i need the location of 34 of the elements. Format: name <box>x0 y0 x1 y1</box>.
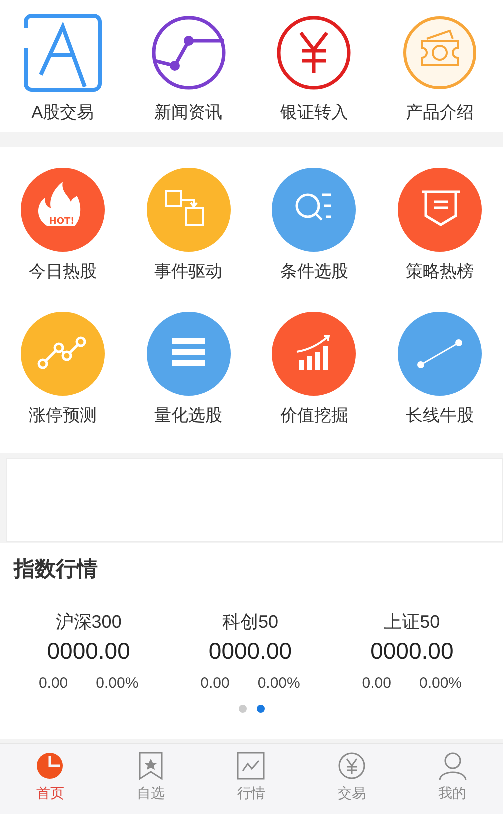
menu-label[interactable]: 长线牛股 <box>406 404 474 427</box>
index-value: 0000.00 <box>370 638 454 665</box>
menu-label[interactable]: 新闻资讯 <box>154 101 223 124</box>
index-change: 0.00 <box>362 675 392 692</box>
menu-label[interactable]: A股交易 <box>32 101 94 124</box>
menu-label[interactable]: 条件选股 <box>280 260 348 283</box>
menu-label[interactable]: 量化选股 <box>154 404 223 427</box>
menu-label[interactable]: 产品介绍 <box>406 101 474 124</box>
index-percent: 0.00% <box>419 675 462 692</box>
tab-bar-item[interactable]: 首页 <box>0 744 101 814</box>
section-title: 指数行情 <box>14 557 99 583</box>
yen-icon <box>338 752 366 781</box>
index-name: 沪深300 <box>56 611 122 634</box>
index-percent: 0.00% <box>96 675 139 692</box>
index-name: 科创50 <box>222 611 278 634</box>
index-change: 0.00 <box>200 675 230 692</box>
index-percent: 0.00% <box>258 675 300 692</box>
menu-label[interactable]: 涨停预测 <box>28 404 97 427</box>
chart-box-icon <box>237 752 266 781</box>
menu-label[interactable]: 事件驱动 <box>154 260 223 283</box>
menu-label[interactable]: 银证转入 <box>280 101 348 124</box>
person-icon <box>438 752 467 781</box>
menu-label[interactable]: 今日热股 <box>28 260 97 283</box>
menu-label[interactable]: 价值挖掘 <box>280 404 348 427</box>
page-dot[interactable] <box>256 705 264 713</box>
index-change: 0.00 <box>38 675 68 692</box>
index-value: 0000.00 <box>208 638 292 665</box>
index-value: 0000.00 <box>47 638 130 665</box>
fire-icon: HOT! <box>20 168 105 252</box>
page-dot[interactable] <box>238 705 246 713</box>
bookmark-star-icon <box>136 752 165 781</box>
index-name: 上证50 <box>384 611 440 634</box>
menu-label[interactable]: 策略热榜 <box>406 260 474 283</box>
a-letter-icon <box>22 13 103 93</box>
